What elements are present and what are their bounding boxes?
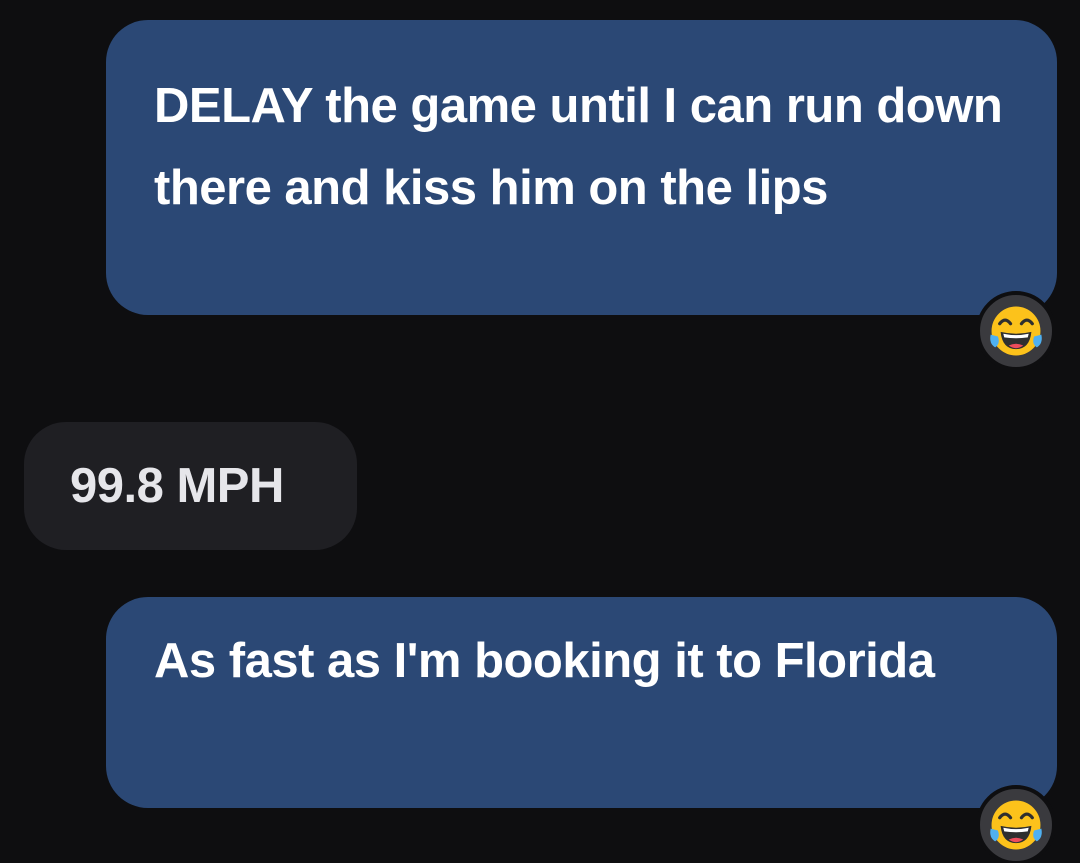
face-with-tears-of-joy-icon <box>987 796 1045 854</box>
message-thread: DELAY the game until I can run down ther… <box>0 0 1080 863</box>
reaction-badge[interactable] <box>976 291 1056 371</box>
message-text: DELAY the game until I can run down ther… <box>154 79 1003 215</box>
sent-message-bubble[interactable]: DELAY the game until I can run down ther… <box>106 20 1057 315</box>
message-text: 99.8 MPH <box>70 459 284 513</box>
message-text: As fast as I'm booking it to Florida <box>154 634 935 688</box>
face-with-tears-of-joy-icon <box>987 302 1045 360</box>
reaction-badge[interactable] <box>976 785 1056 863</box>
sent-message-bubble[interactable]: As fast as I'm booking it to Florida <box>106 597 1057 808</box>
received-message-bubble[interactable]: 99.8 MPH <box>24 422 357 550</box>
